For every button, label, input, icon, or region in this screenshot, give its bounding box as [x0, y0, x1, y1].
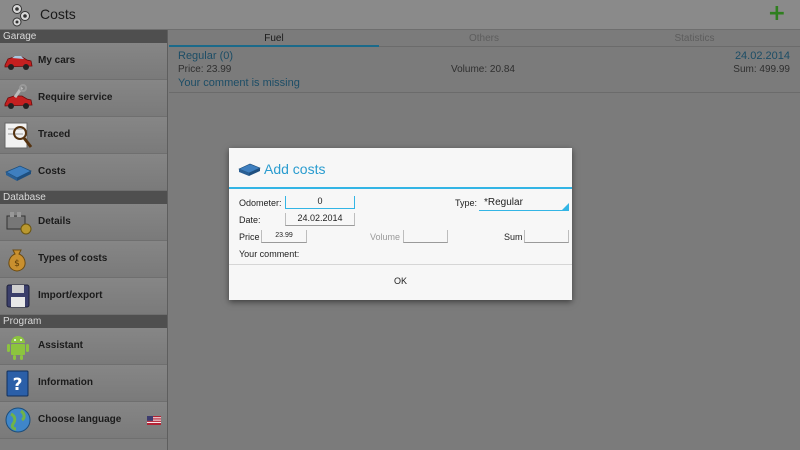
sidebar-item-label: My cars: [38, 55, 76, 66]
comment-label: Your comment:: [239, 249, 300, 259]
sidebar-item-choose-language[interactable]: Choose language: [0, 402, 167, 439]
odometer-label: Odometer:: [239, 198, 282, 208]
record-date: 24.02.2014: [734, 50, 790, 62]
date-label: Date:: [239, 215, 261, 225]
sidebar-item-traced[interactable]: Traced: [0, 117, 167, 154]
sidebar-item-label: Import/export: [38, 290, 103, 301]
type-select-value: *Regular: [484, 197, 523, 208]
sidebar-item-label: Choose language: [38, 414, 122, 425]
sidebar-item-my-cars[interactable]: My cars: [0, 43, 167, 80]
dialog-title-bar: Add costs: [229, 148, 572, 189]
car-service-icon: [4, 84, 33, 109]
list-item[interactable]: Regular (0) 24.02.2014 Price: 23.99 Volu…: [169, 47, 800, 93]
volume-field[interactable]: [403, 230, 448, 243]
sidebar-item-import-export[interactable]: Import/export: [0, 278, 167, 315]
sum-field[interactable]: [524, 230, 569, 243]
sidebar: Garage My cars Require service Traced Co…: [0, 30, 168, 450]
fuel-card-icon: [238, 163, 261, 176]
record-volume: Volume: 20.84: [451, 64, 515, 75]
tab-statistics[interactable]: Statistics: [589, 30, 800, 47]
svg-text:?: ?: [13, 375, 23, 395]
dialog-title: Add costs: [264, 161, 326, 177]
tab-others[interactable]: Others: [379, 30, 589, 47]
car-icon: [4, 56, 33, 70]
globe-icon: [5, 407, 31, 433]
traced-icon: [4, 122, 33, 149]
section-header-program: Program: [0, 315, 167, 328]
sidebar-item-label: Details: [38, 216, 71, 227]
sum-label: Sum: [504, 232, 523, 242]
engine-parts-icon: [6, 212, 32, 235]
record-comment: Your comment is missing: [178, 77, 300, 89]
type-select[interactable]: *Regular: [479, 196, 569, 211]
section-header-database: Database: [0, 191, 167, 204]
add-icon[interactable]: +: [768, 3, 786, 25]
type-label: Type:: [455, 198, 478, 208]
sidebar-item-label: Traced: [38, 129, 71, 140]
page-title: Costs: [40, 6, 76, 22]
dropdown-arrow-icon: [562, 203, 569, 210]
sidebar-item-label: Require service: [38, 92, 113, 103]
record-sum: Sum: 499.99: [733, 64, 790, 75]
sidebar-item-costs[interactable]: Costs: [0, 154, 167, 191]
sidebar-item-require-service[interactable]: Require service: [0, 80, 167, 117]
sidebar-item-assistant[interactable]: Assistant: [0, 328, 167, 365]
price-label: Price: [239, 232, 260, 242]
section-header-garage: Garage: [0, 30, 167, 43]
app-logo-icon[interactable]: [10, 3, 32, 27]
tab-bar: Fuel Others Statistics: [169, 30, 800, 47]
add-costs-dialog: Add costs Odometer: 0 Type: *Regular Dat…: [229, 148, 572, 300]
help-book-icon: ?: [6, 370, 29, 397]
action-bar: Costs +: [0, 0, 800, 30]
price-field[interactable]: 23.99: [261, 230, 307, 243]
volume-label: Volume: [370, 232, 401, 242]
odometer-field[interactable]: 0: [285, 196, 355, 209]
sidebar-item-types-of-costs[interactable]: $ Types of costs: [0, 241, 167, 278]
svg-text:$: $: [14, 259, 20, 269]
android-icon: [7, 336, 29, 360]
record-price: Price: 23.99: [178, 64, 232, 75]
sidebar-item-label: Costs: [38, 166, 66, 177]
sidebar-item-label: Assistant: [38, 340, 84, 351]
us-flag-icon: [147, 416, 161, 425]
record-name: Regular (0): [178, 50, 234, 62]
sidebar-item-label: Types of costs: [38, 253, 108, 264]
sidebar-item-label: Information: [38, 377, 93, 388]
floppy-disk-icon: [6, 284, 30, 308]
money-bag-icon: $: [8, 249, 26, 272]
sidebar-item-information[interactable]: ? Information: [0, 365, 167, 402]
fuel-card-icon: [5, 165, 32, 181]
ok-button[interactable]: OK: [229, 265, 572, 298]
date-field[interactable]: 24.02.2014: [285, 213, 355, 226]
sidebar-item-details[interactable]: Details: [0, 204, 167, 241]
